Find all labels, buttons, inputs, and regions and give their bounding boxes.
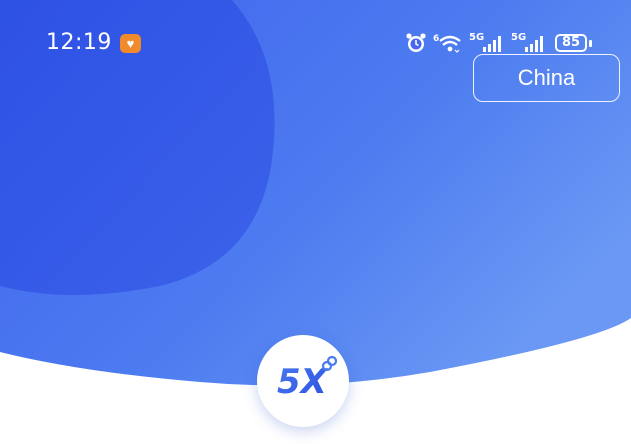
alarm-icon	[406, 33, 426, 52]
battery-tip	[589, 40, 592, 47]
heart-icon: ♥	[120, 34, 141, 53]
wifi-icon: 6	[433, 34, 461, 53]
network-1-label: 5G	[469, 32, 484, 43]
wifi-badge: 6	[433, 34, 439, 44]
region-button[interactable]: China	[473, 54, 620, 102]
cell-signal-icon-2: 5G	[511, 32, 543, 52]
network-2-label: 5G	[511, 32, 526, 43]
status-time: 12:19	[46, 30, 112, 55]
app-logo-icon: 5X	[277, 355, 338, 402]
battery-indicator: 85	[555, 34, 587, 52]
logo-text: 5X	[277, 362, 329, 402]
status-icons: 6 5G 5G 85	[405, 30, 600, 56]
status-bar: 12:19 ♥ 6 5G 5G 85	[0, 0, 631, 60]
cell-signal-icon: 5G	[469, 32, 501, 52]
app-logo: 5X	[257, 335, 349, 427]
